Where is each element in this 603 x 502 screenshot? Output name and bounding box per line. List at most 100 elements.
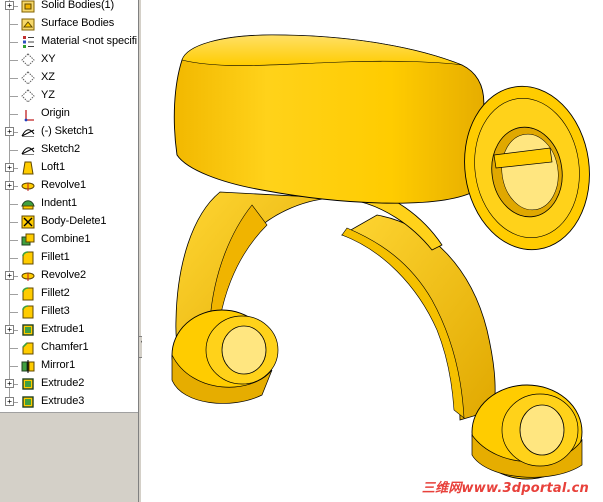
tree-connector-branch <box>10 348 18 349</box>
fillet-icon <box>22 251 34 265</box>
tree-item-label: Extrude1 <box>41 323 85 335</box>
indent-icon <box>21 200 35 210</box>
tree-connector-branch <box>10 258 18 259</box>
tree-item-label: XY <box>41 53 56 65</box>
tree-connector-branch <box>10 60 18 61</box>
tree-item-label: (-) Sketch1 <box>41 125 94 137</box>
tree-item-mirror1[interactable]: Mirror1 <box>0 357 138 375</box>
tree-item-label: Body-Delete1 <box>41 215 107 227</box>
right-lug-hole <box>519 404 565 456</box>
tree-connector-branch <box>10 114 18 115</box>
tree-item-label: Solid Bodies(1) <box>41 0 115 11</box>
sketch-icon <box>21 147 35 155</box>
origin-icon <box>24 110 34 122</box>
graphics-viewport[interactable] <box>142 0 603 502</box>
tree-connector-branch <box>10 96 18 97</box>
tree-connector-branch <box>10 294 18 295</box>
solid-bodies-folder-icon <box>21 0 35 13</box>
tree-connector-branch <box>10 240 18 241</box>
tree-connector-branch <box>10 78 18 79</box>
fillet-icon <box>22 305 34 319</box>
expand-toggle[interactable]: + <box>5 397 14 406</box>
combine-icon <box>21 233 35 246</box>
tree-item-surface-bodies[interactable]: Surface Bodies <box>0 15 138 33</box>
tree-item-label: Fillet2 <box>41 287 70 299</box>
tree-item-sketch1[interactable]: + (-) Sketch1 <box>0 123 138 141</box>
tree-connector-branch <box>10 222 18 223</box>
feature-tree-empty-area <box>0 412 138 502</box>
extrude-icon <box>22 324 34 336</box>
tree-item-label: YZ <box>41 89 55 101</box>
tree-item-solid-bodies-1[interactable]: + Solid Bodies(1) <box>0 0 138 15</box>
tree-item-sketch2[interactable]: Sketch2 <box>0 141 138 159</box>
extrude-icon <box>22 378 34 390</box>
tree-item-fillet2[interactable]: Fillet2 <box>0 285 138 303</box>
tree-item-label: Revolve2 <box>41 269 87 281</box>
tree-item-xy[interactable]: XY <box>0 51 138 69</box>
sketch-icon <box>21 129 35 137</box>
plane-icon <box>21 89 35 103</box>
expand-toggle[interactable]: + <box>5 163 14 172</box>
body-delete-icon <box>21 215 35 229</box>
tree-item-label: Sketch2 <box>41 143 81 155</box>
expand-toggle[interactable]: + <box>5 379 14 388</box>
fillet-icon <box>22 287 34 301</box>
tree-item-extrude1[interactable]: + Extrude1 <box>0 321 138 339</box>
tree-item-label: Chamfer1 <box>41 341 89 353</box>
loft-icon <box>22 161 34 175</box>
tree-item-revolve1[interactable]: + Revolve1 <box>0 177 138 195</box>
revolve-icon <box>21 182 35 191</box>
tree-item-label: Loft1 <box>41 161 65 173</box>
expand-toggle[interactable]: + <box>5 271 14 280</box>
tree-item-label: XZ <box>41 71 55 83</box>
extrude-icon <box>22 396 34 408</box>
tree-item-loft1[interactable]: + Loft1 <box>0 159 138 177</box>
tree-connector-branch <box>10 42 18 43</box>
tree-item-label: Revolve1 <box>41 179 87 191</box>
mirror-icon <box>21 360 35 373</box>
tree-item-xz[interactable]: XZ <box>0 69 138 87</box>
barrel-top-facet <box>181 34 463 66</box>
tree-item-label: Surface Bodies <box>41 17 115 29</box>
tree-connector-branch <box>10 24 18 25</box>
tree-item-label: Indent1 <box>41 197 78 209</box>
tree-item-extrude2[interactable]: + Extrude2 <box>0 375 138 393</box>
tree-item-label: Origin <box>41 107 70 119</box>
tree-item-extrude3[interactable]: + Extrude3 <box>0 393 138 411</box>
expand-toggle[interactable]: + <box>5 127 14 136</box>
tree-item-yz[interactable]: YZ <box>0 87 138 105</box>
tree-item-label: Mirror1 <box>41 359 76 371</box>
plane-icon <box>21 71 35 85</box>
feature-manager-tree: + Solid Bodies(1) Surface Bodies Material <… <box>0 0 138 502</box>
tree-item-chamfer1[interactable]: Chamfer1 <box>0 339 138 357</box>
revolve-icon <box>21 272 35 281</box>
part-model-fork[interactable] <box>142 0 603 502</box>
plane-icon <box>21 53 35 67</box>
expand-toggle[interactable]: + <box>5 181 14 190</box>
tree-item-label: Extrude3 <box>41 395 85 407</box>
watermark-text: 三维网www.3dportal.cn <box>421 481 589 496</box>
expand-toggle[interactable]: + <box>5 1 14 10</box>
tree-item-label: Fillet3 <box>41 305 70 317</box>
tree-item-combine1[interactable]: Combine1 <box>0 231 138 249</box>
tree-item-fillet3[interactable]: Fillet3 <box>0 303 138 321</box>
left-lug-hole <box>221 325 267 375</box>
tree-item-label: Fillet1 <box>41 251 70 263</box>
chamfer-icon <box>22 342 34 355</box>
tree-item-fillet1[interactable]: Fillet1 <box>0 249 138 267</box>
surface-bodies-folder-icon <box>21 18 35 31</box>
tree-item-label: Material <not specifi <box>41 35 138 47</box>
tree-item-origin[interactable]: Origin <box>0 105 138 123</box>
tree-connector-branch <box>10 312 18 313</box>
tree-item-material-not-specifi[interactable]: Material <not specifi <box>0 33 138 51</box>
tree-item-label: Combine1 <box>41 233 91 245</box>
tree-item-label: Extrude2 <box>41 377 85 389</box>
tree-item-indent1[interactable]: Indent1 <box>0 195 138 213</box>
tree-connector-branch <box>10 204 18 205</box>
expand-toggle[interactable]: + <box>5 325 14 334</box>
tree-item-revolve2[interactable]: + Revolve2 <box>0 267 138 285</box>
material-icon <box>23 36 34 48</box>
tree-connector-branch <box>10 150 18 151</box>
tree-item-body-delete1[interactable]: Body-Delete1 <box>0 213 138 231</box>
tree-connector-branch <box>10 366 18 367</box>
